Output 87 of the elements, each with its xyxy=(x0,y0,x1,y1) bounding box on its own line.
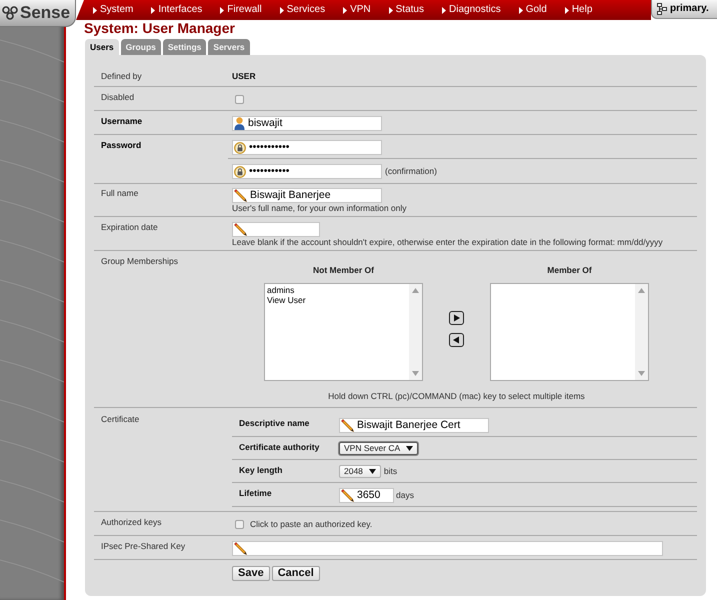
caret-down-icon xyxy=(412,371,419,376)
select-field[interactable]: 2048 xyxy=(339,465,381,478)
field-label: Key length xyxy=(239,465,282,476)
cancel-button[interactable]: Cancel xyxy=(272,566,320,581)
field-label: Password xyxy=(101,140,142,151)
nav-link[interactable]: System xyxy=(93,4,134,16)
nav-link[interactable]: Diagnostics xyxy=(442,4,501,16)
caret-right-icon xyxy=(518,6,523,14)
nav-link[interactable]: Interfaces xyxy=(151,4,202,16)
input-field[interactable] xyxy=(232,541,663,556)
list-option[interactable]: admins xyxy=(267,285,294,295)
pencil-icon xyxy=(341,489,354,502)
nav-link[interactable]: VPN xyxy=(343,4,371,16)
field-label: IPsec Pre-Shared Key xyxy=(101,541,186,552)
hint-text: Hold down CTRL (pc)/COMMAND (mac) key to select multiple items xyxy=(328,391,585,402)
checkbox[interactable] xyxy=(235,94,244,104)
select-field[interactable]: VPN Sever CA xyxy=(339,442,418,455)
field-label: Descriptive name xyxy=(239,418,310,429)
caret-right-icon xyxy=(442,6,446,14)
pencil-icon xyxy=(234,189,247,202)
nav-link[interactable]: Firewall xyxy=(220,4,262,16)
field-label: Group Memberships xyxy=(101,256,178,267)
nav-link[interactable]: Status xyxy=(388,4,424,16)
field-label: Authorized keys xyxy=(101,517,162,528)
nav-link[interactable]: Gold xyxy=(518,4,547,16)
caret-right-icon xyxy=(343,6,348,14)
pencil-icon xyxy=(234,542,247,555)
field-label: Disabled xyxy=(101,92,134,103)
field-label: Full name xyxy=(101,188,138,199)
unit-label: days xyxy=(396,490,414,501)
pencil-icon xyxy=(341,419,354,432)
arrow-right-icon xyxy=(449,311,464,325)
list-heading: Not Member Of xyxy=(313,265,374,276)
input-field[interactable]: Biswajit Banerjee Cert xyxy=(339,418,489,433)
checkbox[interactable] xyxy=(235,520,244,528)
checkbox-label: Click to paste an authorized key. xyxy=(250,518,372,530)
rings-icon xyxy=(2,6,18,20)
user-icon xyxy=(234,117,245,130)
input-field[interactable] xyxy=(232,222,320,237)
hint-text: Leave blank if the account shouldn't expire, otherwise enter the expiration date in the following format: mm/dd/yyyy xyxy=(232,237,663,248)
tab[interactable]: Users xyxy=(85,39,119,55)
listbox[interactable]: admins View User xyxy=(264,283,423,381)
save-button[interactable]: Save xyxy=(232,566,270,581)
input-field[interactable]: biswajit xyxy=(232,116,382,131)
field-label: Expiration date xyxy=(101,222,158,233)
caret-right-icon xyxy=(564,6,569,14)
caret-down-icon xyxy=(406,446,414,451)
caret-right-icon xyxy=(220,6,224,14)
caret-right-icon xyxy=(93,6,97,14)
field-label: Username xyxy=(101,116,142,127)
list-heading: Member Of xyxy=(547,265,592,276)
caret-right-icon xyxy=(280,6,284,14)
caret-down-icon xyxy=(638,371,645,376)
input-field[interactable]: 3650 xyxy=(339,488,394,503)
nav-link[interactable]: Help xyxy=(564,4,592,16)
field-label: Certificate authority xyxy=(239,442,320,453)
field-label: Defined by xyxy=(101,71,142,82)
listbox[interactable] xyxy=(490,283,649,381)
move-left-button[interactable] xyxy=(449,333,464,347)
caret-right-icon xyxy=(388,6,393,14)
input-field[interactable]: ••••••••••• xyxy=(232,164,382,179)
page-title: System: User Manager xyxy=(84,21,235,35)
lock-icon xyxy=(234,166,246,178)
logo-text: Sense xyxy=(20,3,70,23)
scrollbar[interactable] xyxy=(409,284,422,380)
caret-right-icon xyxy=(151,6,156,14)
lock-icon xyxy=(234,142,246,154)
logo-panel[interactable]: Sense xyxy=(0,0,76,27)
field-value: USER xyxy=(232,71,256,82)
caret-up-icon xyxy=(638,288,645,293)
input-field[interactable]: ••••••••••• xyxy=(232,140,382,155)
pencil-icon xyxy=(234,223,247,236)
scrollbar[interactable] xyxy=(635,284,648,380)
network-icon xyxy=(657,3,667,15)
hint-text: User's full name, for your own information only xyxy=(232,203,407,214)
nav-link[interactable]: Services xyxy=(280,4,326,16)
list-option[interactable]: View User xyxy=(267,295,306,305)
field-label: Lifetime xyxy=(239,488,272,499)
arrow-left-icon xyxy=(449,333,464,347)
move-right-button[interactable] xyxy=(449,311,464,325)
input-field[interactable]: Biswajit Banerjee xyxy=(232,188,382,203)
caret-up-icon xyxy=(412,288,419,293)
field-label: Certificate xyxy=(101,414,140,425)
caret-down-icon xyxy=(368,469,376,474)
host-name: primary. xyxy=(670,3,709,15)
field-note: (confirmation) xyxy=(385,166,437,177)
unit-label: bits xyxy=(384,466,398,477)
